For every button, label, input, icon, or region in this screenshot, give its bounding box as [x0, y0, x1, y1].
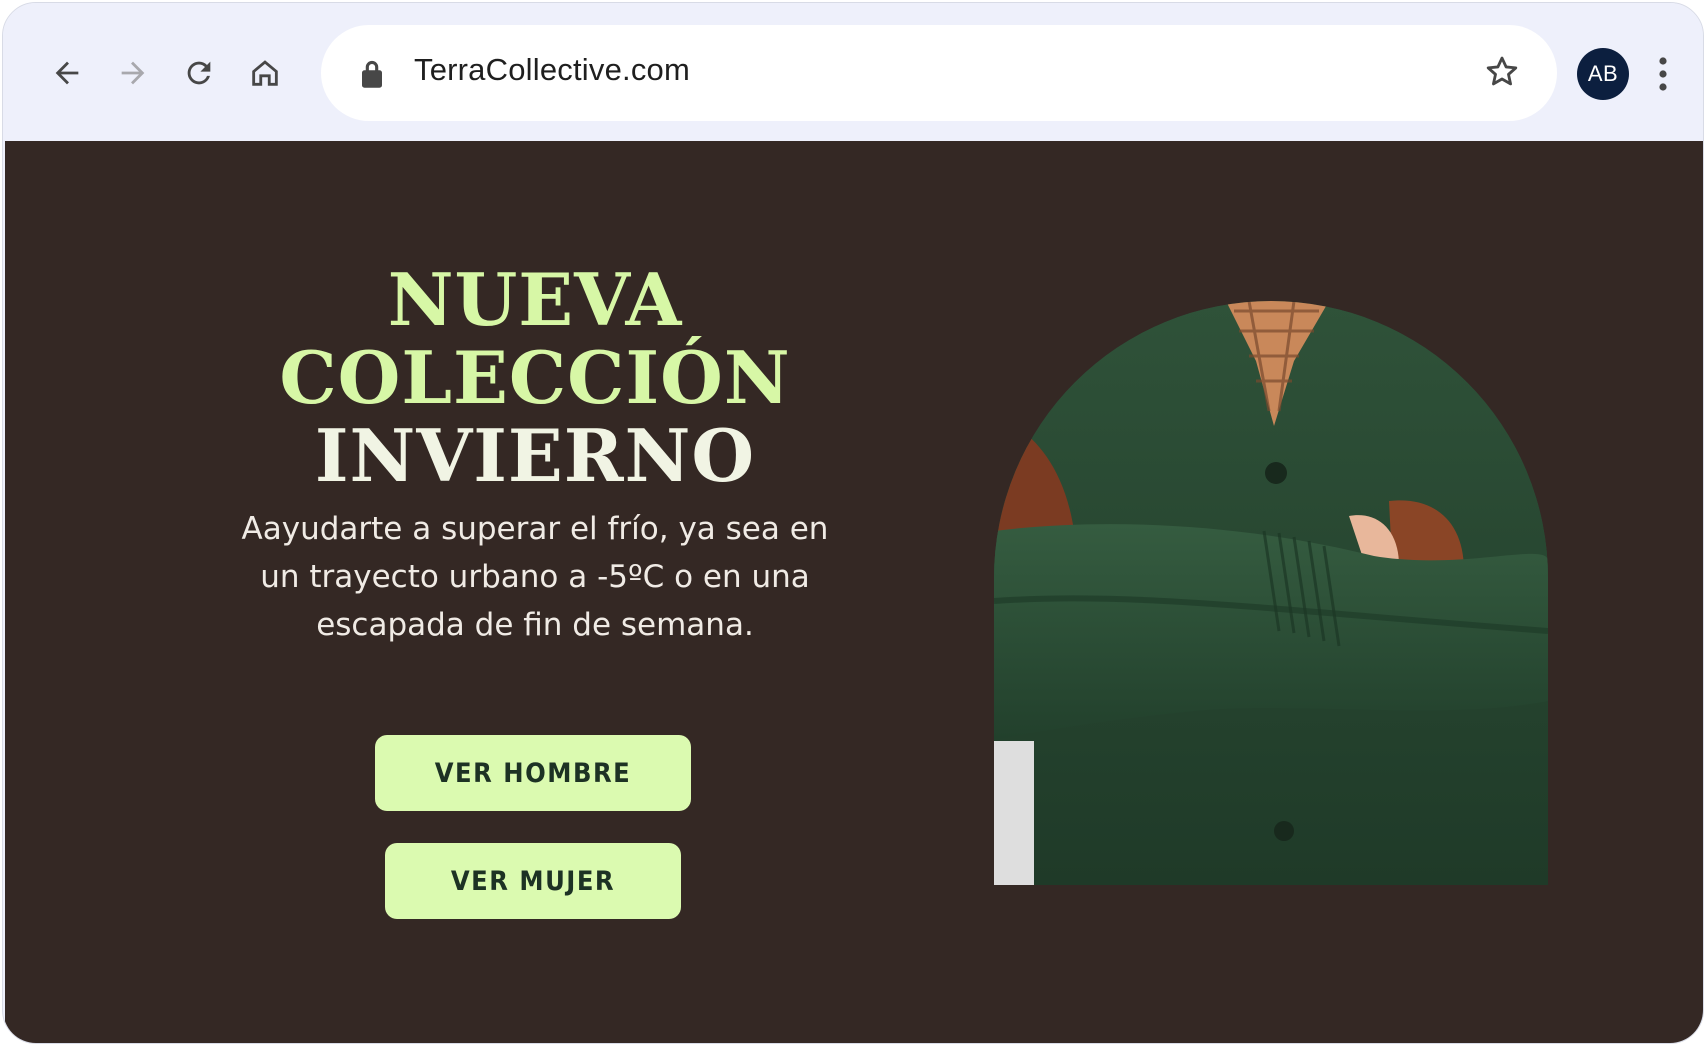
star-icon[interactable] [1483, 53, 1521, 91]
forward-button[interactable] [107, 47, 159, 99]
hero-section: NUEVA COLECCIÓN INVIERNO Aayudarte a sup… [5, 141, 1703, 1043]
home-icon [252, 60, 278, 86]
address-bar[interactable]: TerraCollective.com [321, 25, 1557, 121]
hero-title-line-2: COLECCIÓN [279, 335, 791, 420]
hero-product-image [994, 301, 1548, 885]
reload-icon [187, 61, 211, 85]
hero-title-line-1: NUEVA [387, 257, 683, 342]
avatar-initials: AB [1587, 61, 1619, 86]
back-arrow-icon [55, 61, 79, 85]
back-button[interactable] [41, 47, 93, 99]
reload-button[interactable] [173, 47, 225, 99]
shop-women-button[interactable]: VER MUJER [385, 843, 681, 919]
home-button[interactable] [239, 47, 291, 99]
browser-toolbar: TerraCollective.com AB [3, 3, 1703, 141]
browser-window: TerraCollective.com AB NUEVA COLECCIÓN I… [2, 2, 1704, 1044]
shop-men-button[interactable]: VER HOMBRE [375, 735, 691, 811]
hero-title-line-3: INVIERNO [314, 413, 756, 498]
profile-avatar[interactable]: AB [1577, 48, 1629, 100]
forward-arrow-icon [121, 61, 145, 85]
more-vert-icon[interactable] [1648, 53, 1678, 95]
lock-icon [362, 60, 382, 88]
hero-subtitle: Aayudarte a superar el frío, ya sea en u… [241, 511, 829, 643]
hero-title: NUEVA COLECCIÓN INVIERNO [205, 261, 865, 495]
url-text[interactable]: TerraCollective.com [414, 52, 690, 88]
